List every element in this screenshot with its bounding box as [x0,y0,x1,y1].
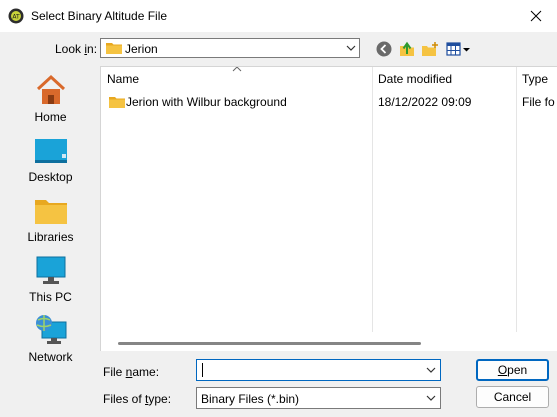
places-bar: Home Desktop Libraries This PC Network [5,66,96,376]
desktop-icon [35,139,67,163]
folder-icon [109,97,125,108]
lookin-dropdown[interactable]: Jerion [100,38,360,58]
lookin-label: Look in: [55,42,98,56]
file-name: Jerion with Wilbur background [126,95,287,109]
home-icon [36,74,66,104]
new-folder-icon[interactable] [421,40,439,58]
filetype-dropdown[interactable]: Binary Files (*.bin) [196,387,441,409]
filetype-label: Files of type: [103,392,172,406]
app-icon: AT [8,8,24,24]
place-label: Libraries [27,230,74,244]
cancel-button[interactable]: Cancel [476,386,549,408]
filetype-value: Binary Files (*.bin) [201,392,300,406]
column-header-date[interactable]: Date modified [378,72,452,86]
file-type: File fo [522,95,555,109]
place-label: Home [34,110,67,124]
place-libraries[interactable]: Libraries [5,190,96,248]
chevron-down-icon [346,45,356,51]
close-button[interactable] [515,0,557,32]
libraries-icon [35,200,67,224]
close-icon [530,10,542,22]
file-date: 18/12/2022 09:09 [378,95,472,109]
place-home[interactable]: Home [5,70,96,128]
file-list[interactable]: Name Date modified Type Jerion with Wilb… [100,66,557,351]
place-label: This PC [29,290,72,304]
chevron-down-icon [426,395,436,401]
text-caret [202,363,203,377]
lookin-value: Jerion [125,42,158,56]
open-button[interactable]: Open [476,359,549,381]
list-item[interactable]: Jerion with Wilbur background 18/12/2022… [101,94,557,112]
this-pc-icon [36,256,66,284]
place-label: Network [28,350,73,364]
filename-label: File name: [103,365,160,379]
folder-icon [106,43,122,54]
horizontal-scrollbar[interactable] [101,334,557,351]
place-label: Desktop [28,170,73,184]
column-header-type[interactable]: Type [522,72,548,86]
view-menu-icon[interactable] [446,40,472,58]
place-this-pc[interactable]: This PC [5,250,96,308]
back-icon[interactable] [375,40,393,58]
network-icon [36,315,67,344]
up-folder-icon[interactable] [398,40,416,58]
chevron-down-icon[interactable] [426,365,436,375]
window-title: Select Binary Altitude File [31,9,168,23]
scrollbar-thumb[interactable] [118,342,421,345]
column-header-name[interactable]: Name [107,72,139,86]
place-desktop[interactable]: Desktop [5,130,96,188]
svg-text:AT: AT [12,14,20,21]
place-network[interactable]: Network [5,310,96,368]
filename-input[interactable] [196,359,441,381]
sort-ascending-icon [232,67,242,72]
